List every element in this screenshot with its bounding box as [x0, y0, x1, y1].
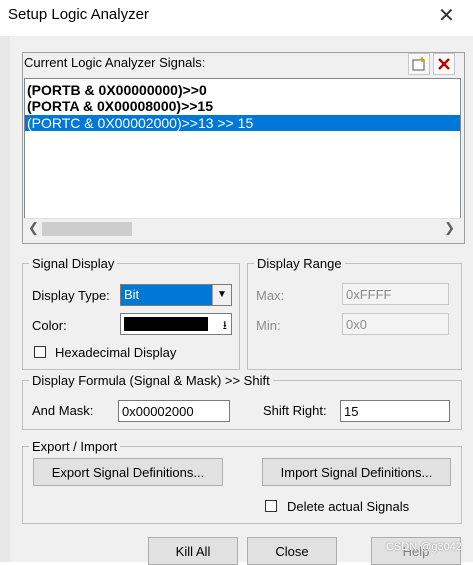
display-formula-label: Display Formula (Signal & Mask) >> Shift — [29, 373, 273, 388]
color-label: Color: — [32, 318, 67, 333]
delete-signal-button[interactable] — [433, 53, 455, 75]
delete-x-icon — [438, 58, 450, 70]
horizontal-scrollbar[interactable]: ❮ ❯ — [24, 218, 461, 239]
scroll-thumb[interactable] — [42, 222, 132, 236]
signals-listbox[interactable]: (PORTB & 0X00000000)>>0 (PORTA & 0X00008… — [24, 78, 461, 238]
kill-all-button[interactable]: Kill All — [148, 537, 238, 565]
color-picker[interactable]: ⭳ — [120, 313, 232, 335]
and-mask-input[interactable] — [118, 400, 230, 422]
signals-label: Current Logic Analyzer Signals: — [24, 55, 206, 70]
and-mask-label: And Mask: — [32, 403, 94, 418]
color-dropdown-icon[interactable]: ⭳ — [223, 316, 227, 337]
window-title: Setup Logic Analyzer — [8, 6, 149, 23]
import-signals-button[interactable]: Import Signal Definitions... — [262, 458, 451, 486]
scroll-left-icon[interactable]: ❮ — [28, 220, 39, 236]
list-item-selected[interactable]: (PORTC & 0X00002000)>>13 >> 15 — [25, 115, 460, 131]
export-signals-button[interactable]: Export Signal Definitions... — [33, 458, 223, 486]
scroll-right-icon[interactable]: ❯ — [444, 220, 455, 236]
new-item-icon — [412, 57, 425, 71]
chevron-down-icon[interactable]: ▼ — [212, 285, 231, 305]
background-window-edge — [0, 36, 10, 562]
display-type-select[interactable]: Bit ▼ — [120, 284, 232, 306]
max-label: Max: — [256, 288, 285, 303]
list-item[interactable]: (PORTA & 0X00008000)>>15 — [25, 98, 460, 114]
title-bar: Setup Logic Analyzer ✕ — [0, 0, 473, 33]
new-signal-button[interactable] — [408, 53, 430, 75]
min-input[interactable] — [342, 313, 449, 335]
hex-display-label: Hexadecimal Display — [55, 345, 177, 360]
signal-display-label: Signal Display — [29, 256, 118, 271]
delete-signals-label: Delete actual Signals — [287, 499, 410, 514]
display-type-label: Display Type: — [32, 288, 110, 303]
close-window-icon[interactable]: ✕ — [438, 3, 455, 28]
max-input[interactable] — [342, 283, 449, 305]
list-item[interactable]: (PORTB & 0X00000000)>>0 — [25, 82, 460, 98]
close-button[interactable]: Close — [247, 537, 337, 565]
hex-display-checkbox[interactable] — [34, 346, 46, 358]
shift-right-input[interactable] — [340, 400, 450, 422]
color-swatch — [124, 317, 208, 331]
min-label: Min: — [256, 318, 281, 333]
display-type-value: Bit — [124, 287, 140, 302]
export-import-label: Export / Import — [29, 439, 121, 454]
display-range-label: Display Range — [254, 256, 345, 271]
delete-signals-checkbox[interactable] — [265, 500, 277, 512]
watermark-text: CSDN @g3042 — [386, 541, 462, 553]
shift-right-label: Shift Right: — [263, 403, 327, 418]
